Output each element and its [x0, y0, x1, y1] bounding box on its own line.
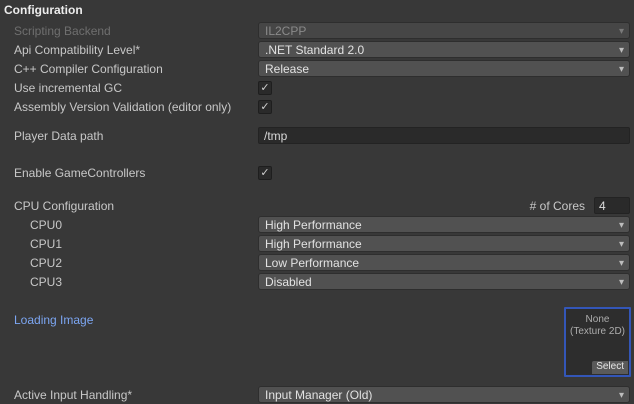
cpu2-label: CPU2: [14, 256, 258, 270]
texture-select-button[interactable]: Select: [592, 361, 628, 374]
enable-gamecontrollers-label: Enable GameControllers: [14, 166, 258, 180]
cpu0-dropdown[interactable]: High Performance ▾: [258, 216, 630, 233]
api-compatibility-dropdown[interactable]: .NET Standard 2.0 ▾: [258, 41, 630, 58]
player-data-path-label: Player Data path: [14, 129, 258, 143]
cpu-configuration-label: CPU Configuration: [14, 199, 114, 213]
row-cpu2: CPU2 Low Performance ▾: [0, 253, 634, 272]
checkmark-icon: ✓: [260, 82, 269, 94]
api-compatibility-value: .NET Standard 2.0: [265, 43, 364, 57]
scripting-backend-value: IL2CPP: [265, 24, 306, 38]
loading-image-label: Loading Image: [14, 307, 93, 327]
chevron-down-icon: ▾: [619, 388, 624, 403]
texture-none-line2: (Texture 2D): [566, 326, 629, 338]
chevron-down-icon: ▾: [619, 237, 624, 252]
incremental-gc-label: Use incremental GC: [14, 81, 258, 95]
spacer: [0, 182, 634, 196]
loading-image-object-picker[interactable]: None (Texture 2D) Select: [564, 307, 631, 377]
configuration-panel: Configuration Scripting Backend IL2CPP ▾…: [0, 0, 634, 404]
cpu-configuration-foldout[interactable]: ▼CPU Configuration: [14, 199, 258, 213]
cpu0-value: High Performance: [265, 218, 362, 232]
chevron-down-icon: ▾: [619, 256, 624, 271]
assembly-validation-checkbox[interactable]: ✓: [258, 100, 272, 114]
enable-gamecontrollers-checkbox[interactable]: ✓: [258, 166, 272, 180]
cpu3-value: Disabled: [265, 275, 312, 289]
row-assembly-validation: Assembly Version Validation (editor only…: [0, 97, 634, 116]
row-cpp-compiler: C++ Compiler Configuration Release ▾: [0, 59, 634, 78]
spacer: [0, 116, 634, 126]
scripting-backend-label: Scripting Backend: [14, 24, 258, 38]
checkmark-icon: ✓: [260, 167, 269, 179]
active-input-handling-value: Input Manager (Old): [265, 388, 372, 402]
row-cpu1: CPU1 High Performance ▾: [0, 234, 634, 253]
row-enable-gamecontrollers: Enable GameControllers ✓: [0, 163, 634, 182]
row-player-data-path: Player Data path /tmp: [0, 126, 634, 145]
section-title: Configuration: [0, 3, 634, 19]
player-data-path-input[interactable]: /tmp: [258, 127, 630, 144]
chevron-down-icon: ▾: [619, 43, 624, 58]
cpu2-dropdown[interactable]: Low Performance ▾: [258, 254, 630, 271]
chevron-down-icon: ▾: [619, 24, 624, 39]
cpp-compiler-label: C++ Compiler Configuration: [14, 62, 258, 76]
cpu1-dropdown[interactable]: High Performance ▾: [258, 235, 630, 252]
chevron-down-icon: ▾: [619, 218, 624, 233]
num-cores-label: # of Cores: [530, 199, 585, 213]
row-scripting-backend: Scripting Backend IL2CPP ▾: [0, 21, 634, 40]
spacer: [0, 291, 634, 307]
player-data-path-value: /tmp: [264, 129, 287, 143]
row-api-compatibility: Api Compatibility Level* .NET Standard 2…: [0, 40, 634, 59]
row-incremental-gc: Use incremental GC ✓: [0, 78, 634, 97]
cpu2-value: Low Performance: [265, 256, 359, 270]
cpu3-dropdown[interactable]: Disabled ▾: [258, 273, 630, 290]
texture-none-line1: None: [566, 314, 629, 326]
active-input-handling-dropdown[interactable]: Input Manager (Old) ▾: [258, 386, 630, 403]
scripting-backend-dropdown: IL2CPP ▾: [258, 22, 630, 39]
active-input-handling-label: Active Input Handling*: [14, 388, 258, 402]
checkmark-icon: ✓: [260, 101, 269, 113]
row-cpu0: CPU0 High Performance ▾: [0, 215, 634, 234]
chevron-down-icon: ▾: [619, 275, 624, 290]
row-loading-image: Loading Image None (Texture 2D) Select: [0, 307, 634, 377]
spacer: [0, 377, 634, 385]
cpp-compiler-dropdown[interactable]: Release ▾: [258, 60, 630, 77]
row-cpu3: CPU3 Disabled ▾: [0, 272, 634, 291]
api-compatibility-label: Api Compatibility Level*: [14, 43, 258, 57]
spacer: [0, 145, 634, 163]
incremental-gc-checkbox[interactable]: ✓: [258, 81, 272, 95]
cpu1-label: CPU1: [14, 237, 258, 251]
num-cores-input[interactable]: 4: [594, 197, 630, 214]
chevron-down-icon: ▾: [619, 62, 624, 77]
num-cores-value: 4: [599, 199, 606, 213]
cpu0-label: CPU0: [14, 218, 258, 232]
cpp-compiler-value: Release: [265, 62, 309, 76]
cpu3-label: CPU3: [14, 275, 258, 289]
cpu1-value: High Performance: [265, 237, 362, 251]
row-cpu-configuration: ▼CPU Configuration # of Cores 4: [0, 196, 634, 215]
row-active-input-handling: Active Input Handling* Input Manager (Ol…: [0, 385, 634, 404]
assembly-validation-label: Assembly Version Validation (editor only…: [14, 100, 258, 114]
